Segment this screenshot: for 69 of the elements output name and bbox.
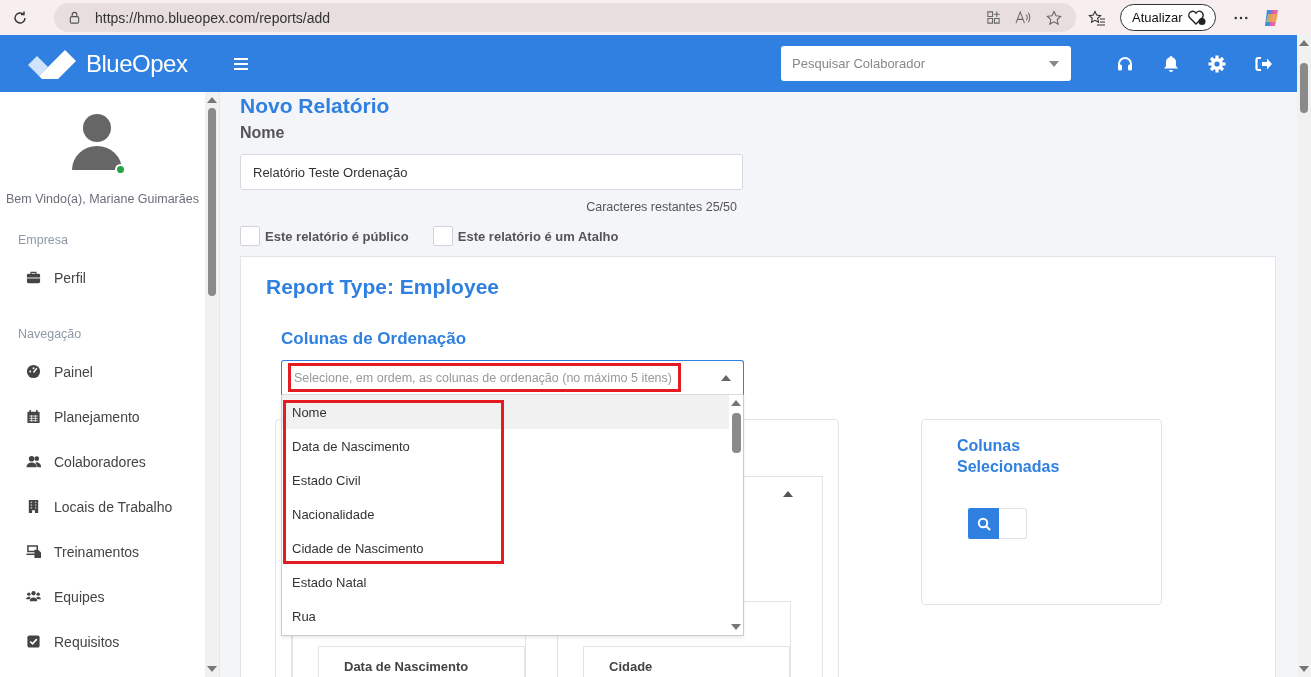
devices-icon xyxy=(26,544,41,559)
dropdown-option[interactable]: Cidade de Nascimento xyxy=(282,531,729,565)
name-input-field[interactable]: Relatório Teste Ordenação xyxy=(240,154,743,190)
reload-icon[interactable] xyxy=(12,9,28,26)
settings-icon[interactable] xyxy=(1208,54,1226,73)
report-type-title: Report Type: Employee xyxy=(266,275,500,299)
sidebar-item[interactable]: Equipes xyxy=(0,574,205,619)
sidebar-section-title: Navegação xyxy=(17,327,83,341)
caret-icon[interactable] xyxy=(783,491,793,497)
employee-search-select[interactable]: Pesquisar Colaborador xyxy=(781,46,1071,81)
update-button[interactable]: Atualizar xyxy=(1120,4,1216,31)
avatar-icon xyxy=(72,114,122,170)
dropdown-option[interactable]: Nacionalidade xyxy=(282,497,729,531)
dropdown-option[interactable]: Nome xyxy=(282,395,729,429)
sidebar-item[interactable]: Perfil xyxy=(0,255,205,300)
team-icon xyxy=(26,589,41,604)
users-icon xyxy=(26,454,41,469)
search-icon xyxy=(976,516,991,531)
checkbox[interactable] xyxy=(432,226,453,246)
page-title: Novo Relatório xyxy=(240,93,391,119)
caret-icon xyxy=(721,374,731,381)
checkbox-icon xyxy=(26,634,41,649)
more-icon[interactable] xyxy=(1233,15,1248,20)
sidebar-item[interactable]: Requisitos xyxy=(0,619,205,664)
read-aloud-icon[interactable] xyxy=(1015,10,1032,25)
select-placeholder: Selecione, em ordem, as colunas de ordenação (no máximo 5 itens) xyxy=(288,363,681,392)
welcome-text: Bem Vindo(a), Mariane Guimarães xyxy=(5,192,200,206)
sidebar-item[interactable]: Painel xyxy=(0,349,205,394)
dropdown-option[interactable]: Estado Natal xyxy=(282,565,729,599)
address-bar[interactable]: https://hmo.blueopex.com/reports/add xyxy=(54,3,1076,32)
calendar-icon xyxy=(26,409,41,424)
scrollbar[interactable] xyxy=(205,92,219,677)
url-text: https://hmo.blueopex.com/reports/add xyxy=(95,9,331,26)
dropdown-option[interactable]: Rua xyxy=(282,599,729,633)
dashboard-icon xyxy=(26,364,41,379)
scrollbar[interactable] xyxy=(729,395,743,635)
heart-icon xyxy=(1186,9,1207,26)
favorites-icon[interactable] xyxy=(1088,9,1106,26)
column-header: Cidade xyxy=(583,646,790,677)
checkbox-label: Este relatório é público xyxy=(265,228,409,244)
sidebar-item[interactable]: Planejamento xyxy=(0,394,205,439)
star-icon[interactable] xyxy=(1046,9,1062,26)
sidebar-item[interactable]: Treinamentos xyxy=(0,529,205,574)
checkbox[interactable] xyxy=(240,226,260,246)
logo-text: BlueOpex xyxy=(86,49,188,78)
apps-icon[interactable] xyxy=(986,10,1001,25)
dropdown-option[interactable]: Estado Civil xyxy=(282,463,729,497)
character-counter: Caracteres restantes 25/50 xyxy=(585,200,737,214)
logout-icon[interactable] xyxy=(1255,55,1273,72)
lock-icon xyxy=(68,11,81,24)
dropdown-option[interactable]: Data de Nascimento xyxy=(282,429,729,463)
logo-icon xyxy=(26,48,78,79)
caret-icon xyxy=(1049,60,1059,67)
sidebar-section-title: Empresa xyxy=(17,233,70,247)
field-label: Nome xyxy=(240,124,286,142)
search-field[interactable] xyxy=(999,508,1027,539)
section-heading: Colunas de Ordenação xyxy=(281,329,468,349)
sidebar-item[interactable]: Locais de Trabalho xyxy=(0,484,205,529)
sidebar-item[interactable]: Colaboradores xyxy=(0,439,205,484)
menu-icon[interactable] xyxy=(234,57,248,70)
card-title: Colunas Selecionadas xyxy=(957,436,1061,477)
scrollbar[interactable] xyxy=(1297,35,1311,677)
building-icon xyxy=(26,499,41,514)
bell-icon[interactable] xyxy=(1163,54,1179,73)
search-button[interactable] xyxy=(968,508,999,539)
briefcase-icon xyxy=(26,270,41,285)
headset-icon[interactable] xyxy=(1116,54,1134,73)
checkbox-label: Este relatório é um Atalho xyxy=(457,228,619,244)
column-header: Data de Nascimento xyxy=(318,646,525,677)
